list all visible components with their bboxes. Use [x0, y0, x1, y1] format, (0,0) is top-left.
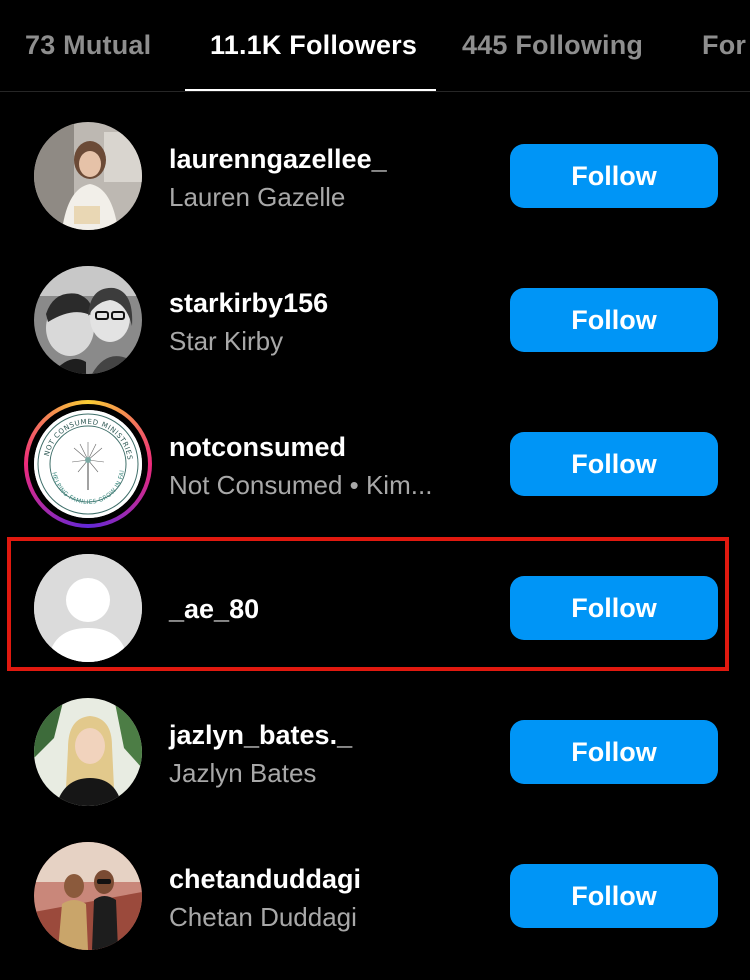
follower-row[interactable]: NOT CONSUMED MINISTRIES HELPING FAMILIES…: [0, 400, 750, 530]
follow-button[interactable]: Follow: [510, 144, 718, 208]
follow-tabs: 73 Mutual 11.1K Followers 445 Following …: [0, 0, 750, 92]
follower-row[interactable]: chetanduddagi Chetan Duddagi Follow: [0, 842, 750, 962]
username[interactable]: notconsumed: [169, 432, 346, 463]
full-name: Jazlyn Bates: [169, 758, 317, 788]
active-tab-indicator: [185, 89, 436, 91]
dandelion-logo-icon: NOT CONSUMED MINISTRIES HELPING FAMILIES…: [34, 410, 142, 518]
avatar[interactable]: [34, 266, 142, 374]
username[interactable]: chetanduddagi: [169, 864, 361, 895]
full-name: Chetan Duddagi: [169, 902, 357, 932]
tab-following[interactable]: 445 Following: [462, 30, 643, 61]
follow-button[interactable]: Follow: [510, 288, 718, 352]
avatar[interactable]: NOT CONSUMED MINISTRIES HELPING FAMILIES…: [34, 410, 142, 518]
avatar[interactable]: [34, 698, 142, 806]
follow-button[interactable]: Follow: [510, 720, 718, 784]
avatar[interactable]: [34, 842, 142, 950]
follow-button[interactable]: Follow: [510, 864, 718, 928]
username[interactable]: jazlyn_bates._: [169, 720, 352, 751]
follow-button[interactable]: Follow: [510, 432, 718, 496]
username[interactable]: starkirby156: [169, 288, 328, 319]
photo-avatar-icon: [34, 266, 142, 374]
tab-followers[interactable]: 11.1K Followers: [210, 30, 417, 61]
photo-avatar-icon: [34, 698, 142, 806]
username[interactable]: laurenngazellee_: [169, 144, 387, 175]
photo-avatar-icon: [34, 842, 142, 950]
photo-avatar-icon: [34, 122, 142, 230]
full-name: Lauren Gazelle: [169, 182, 346, 212]
follower-row[interactable]: laurenngazellee_ Lauren Gazelle Follow: [0, 122, 750, 242]
highlight-box: [7, 537, 729, 671]
avatar[interactable]: [34, 122, 142, 230]
full-name: Not Consumed • Kim...: [169, 470, 433, 500]
tab-mutual[interactable]: 73 Mutual: [25, 30, 151, 61]
full-name: Star Kirby: [169, 326, 284, 356]
tab-for-you[interactable]: For: [702, 30, 746, 61]
follower-row[interactable]: jazlyn_bates._ Jazlyn Bates Follow: [0, 698, 750, 818]
follower-row[interactable]: starkirby156 Star Kirby Follow: [0, 266, 750, 386]
